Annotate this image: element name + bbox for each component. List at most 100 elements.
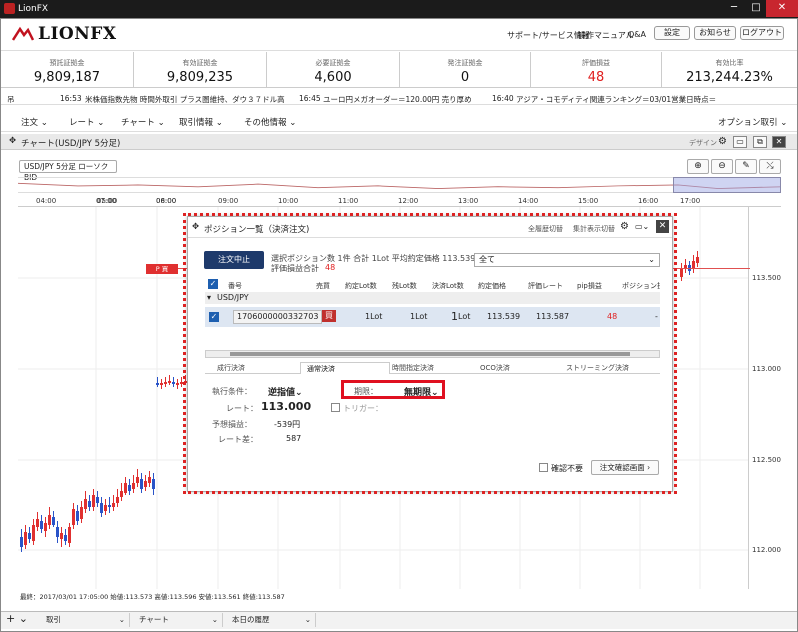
layout-menu-icon[interactable]: ▭⌄ [635,222,649,231]
layout-menu-icon[interactable]: ▭ [733,136,747,148]
col-header-lot[interactable]: 約定Lot数 [345,281,377,291]
rate-input[interactable]: 113.000 [261,400,311,413]
candle [180,377,183,387]
lion-logo-icon [12,26,34,41]
candle [44,517,47,537]
expiry-value[interactable]: 無期限⌄ [404,385,439,398]
bottom-tab-chart[interactable]: チャート ⌄ [133,613,223,627]
news-ticker[interactable]: 吊 16:53 米株価指数先物 時間外取引 プラス圏維持、ダウ３７ドル高 16:… [1,91,797,105]
summary-value: 9,809,235 [166,70,234,85]
group-header[interactable]: ▾ USD/JPY [205,292,660,304]
col-header-pl[interactable]: ポジション損益 [622,281,660,291]
position-marker[interactable]: P 買 [146,264,178,274]
close-panel-icon[interactable]: ✕ [772,136,786,148]
move-handle-icon[interactable]: ✥ [9,136,16,146]
price-tick-label: 112.000 [752,546,781,554]
time-tick-label: 12:00 [398,197,419,205]
chart-overview-navigator[interactable] [18,177,781,193]
tab-time-settle[interactable]: 時間指定決済 [390,362,478,374]
cancel-order-button[interactable]: 注文中止 [204,251,264,269]
scrollbar-thumb[interactable] [230,352,630,356]
overview-range-selector[interactable] [673,177,781,193]
col-header-remain[interactable]: 残Lot数 [392,281,417,291]
rate-diff-label: レート差： [218,435,258,444]
minimize-button[interactable]: ─ [723,0,745,17]
qa-link[interactable]: Q&A [628,30,646,39]
summary-value: 9,809,187 [33,70,101,85]
chart-panel-title: チャート(USD/JPY 5分足) [21,139,121,149]
candle [52,511,55,527]
expiry-select[interactable]: 期限： 無期限⌄ [341,380,445,399]
close-window-button[interactable]: ✕ [766,0,798,17]
menu-chart[interactable]: チャート ⌄ [121,116,165,128]
settle-lot-number[interactable]: 1 [451,310,458,323]
expected-pl-value: -539円 [274,420,301,429]
gear-icon[interactable]: ⚙ [620,221,629,232]
order-confirm-button[interactable]: 注文確認画面 › [591,460,659,475]
ticker-time: 16:45 [299,94,321,103]
zoom-in-icon[interactable]: ⊕ [687,159,709,174]
trigger-checkbox[interactable] [331,403,340,412]
ticker-text[interactable]: アジア・コモディティ関連ランキング＝03/01営業日時点＝ [516,94,716,105]
table-row[interactable]: ✓ 1706000000332703 買 1Lot 1Lot 1 Lot 113… [205,307,660,327]
settings-button[interactable]: 設定 [654,26,690,40]
add-panel-icon[interactable]: + ⌄ [6,612,28,625]
design-label[interactable]: デザイン [689,138,717,148]
move-handle-icon[interactable]: ✥ [192,222,199,232]
time-tick-label: 09:00 [218,197,239,205]
time-tick-label: 07:00 [96,197,117,205]
maximize-button[interactable]: □ [745,0,767,17]
col-header-id[interactable]: 番号 [228,281,242,291]
tab-normal-settle[interactable]: 通常決済 [300,362,390,374]
filter-select[interactable]: 全て ⌄ [474,253,660,267]
no-confirm-label: 確認不要 [551,464,583,473]
condition-select[interactable]: 逆指値⌄ [268,385,303,398]
logout-button[interactable]: ログアウト [740,26,784,40]
time-tick-label: 15:00 [578,197,599,205]
indicator-icon[interactable]: ⤯ [759,159,781,174]
col-header-settle-lot[interactable]: 決済Lot数 [432,281,464,291]
summary-value: 0 [460,70,470,85]
summary-toggle-link[interactable]: 集計表示切替 [573,224,615,234]
ticker-text[interactable]: ユーロ円メガオーダー＝120.00円 売り厚め [323,94,472,105]
close-dialog-icon[interactable]: ✕ [656,220,669,233]
chart-symbol-selector[interactable]: USD/JPY 5分足 ローソク BID [19,160,117,182]
zoom-out-icon[interactable]: ⊖ [711,159,733,174]
condition-label: 執行条件： [212,387,252,396]
col-header-pip[interactable]: pip損益 [577,281,602,291]
menu-other-info[interactable]: その他情報 ⌄ [244,116,296,128]
summary-effective-margin: 有効証拠金 9,809,235 [134,52,267,88]
menu-order[interactable]: 注文 ⌄ [21,116,48,128]
col-header-rate[interactable]: 評価レート [528,281,563,291]
row-checkbox[interactable]: ✓ [209,312,219,322]
history-toggle-link[interactable]: 全履歴切替 [528,224,563,234]
col-header-price[interactable]: 約定価格 [478,281,506,291]
col-header-side[interactable]: 売買 [316,281,330,291]
ticker-text[interactable]: 米株価指数先物 時間外取引 プラス圏維持、ダウ３７ドル高 [85,94,285,105]
news-button[interactable]: お知らせ [694,26,736,40]
no-confirm-checkbox[interactable] [539,463,548,472]
candle [140,473,143,493]
candle [136,469,139,487]
time-axis: 04:00 05:00 06:00 07:00 08:00 09:00 10:00 11:00… [18,195,781,207]
candle [148,471,151,487]
candle [176,379,179,389]
tab-streaming-settle[interactable]: ストリーミング決済 [564,362,660,374]
bottom-tab-history[interactable]: 本日の履歴 ⌄ [226,613,316,627]
manual-link[interactable]: 操作マニュアル [578,30,634,41]
menu-options-trading[interactable]: オプション取引 ⌄ [718,116,787,128]
tab-oco-settle[interactable]: OCO決済 [478,362,564,374]
select-all-checkbox[interactable]: ✓ [208,279,218,289]
draw-pencil-icon[interactable]: ✎ [735,159,757,174]
tab-market-settle[interactable]: 成行決済 [205,362,300,374]
menu-trade-info[interactable]: 取引情報 ⌄ [179,116,223,128]
gear-icon[interactable]: ⚙ [718,136,727,147]
dialog-header[interactable]: ✥ ポジション一覧（決済注文) 全履歴切替 集計表示切替 ⚙ ▭⌄ ✕ [188,218,672,238]
trigger-label: トリガー： [343,404,383,413]
popout-icon[interactable]: ⧉ [753,136,767,148]
candle [28,527,31,543]
candle [84,491,87,513]
menu-rate[interactable]: レート ⌄ [69,116,104,128]
time-tick-label: 10:00 [278,197,299,205]
bottom-tab-trade[interactable]: 取引 ⌄ [40,613,130,627]
